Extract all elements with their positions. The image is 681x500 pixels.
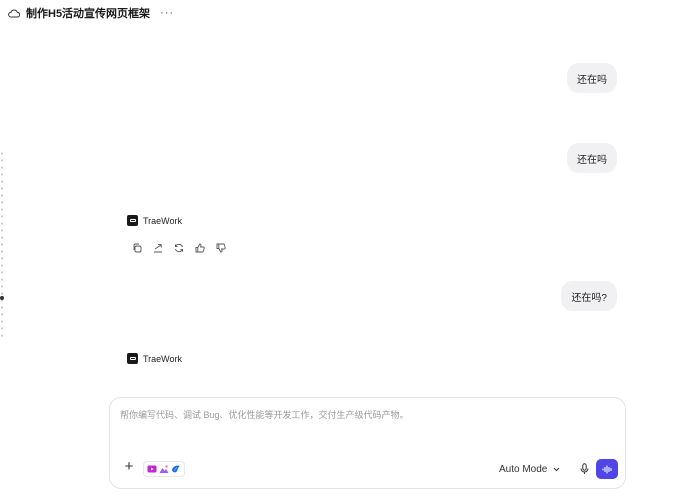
chevron-down-icon (554, 467, 560, 471)
message-composer: + Auto Mode (109, 397, 626, 489)
scroll-rail[interactable] (0, 150, 4, 340)
agent-name: TraeWork (143, 215, 183, 226)
thumbs-down-icon[interactable] (215, 242, 226, 253)
agent-header: TraeWork (127, 215, 182, 226)
more-options-button[interactable]: ··· (160, 7, 174, 19)
voice-send-button[interactable] (596, 459, 618, 479)
microphone-button[interactable] (577, 461, 591, 477)
video-icon (147, 465, 157, 473)
traework-logo-icon (127, 353, 138, 364)
thumbs-up-icon[interactable] (194, 242, 205, 253)
page-title: 制作H5活动宣传网页框架 (26, 8, 151, 20)
mode-selector[interactable]: Auto Mode (499, 461, 560, 477)
user-message: 还在吗 (567, 143, 617, 173)
agent-name: TraeWork (143, 353, 183, 364)
header: 制作H5活动宣传网页框架 ··· (0, 0, 681, 26)
mode-label: Auto Mode (499, 463, 548, 475)
traework-logo-icon (127, 215, 138, 226)
bird-icon (172, 465, 180, 473)
copy-icon[interactable] (131, 242, 142, 253)
voice-wave-icon (601, 464, 612, 474)
agent-header: TraeWork (127, 353, 182, 364)
user-message: 还在吗 (567, 63, 617, 93)
image-icon (159, 465, 169, 473)
cloud-icon (8, 7, 20, 19)
scroll-position-dot[interactable] (0, 296, 4, 300)
add-attachment-button[interactable]: + (122, 459, 136, 474)
share-icon[interactable] (152, 242, 163, 253)
prompt-input[interactable] (120, 408, 610, 448)
message-actions (131, 242, 226, 253)
regenerate-icon[interactable] (173, 242, 184, 253)
media-tools-button[interactable] (143, 461, 185, 477)
chat-app: 制作H5活动宣传网页框架 ··· 还在吗 还在吗 TraeWork 还在吗? T… (0, 0, 681, 500)
user-message: 还在吗? (561, 281, 617, 311)
microphone-icon (580, 463, 588, 474)
